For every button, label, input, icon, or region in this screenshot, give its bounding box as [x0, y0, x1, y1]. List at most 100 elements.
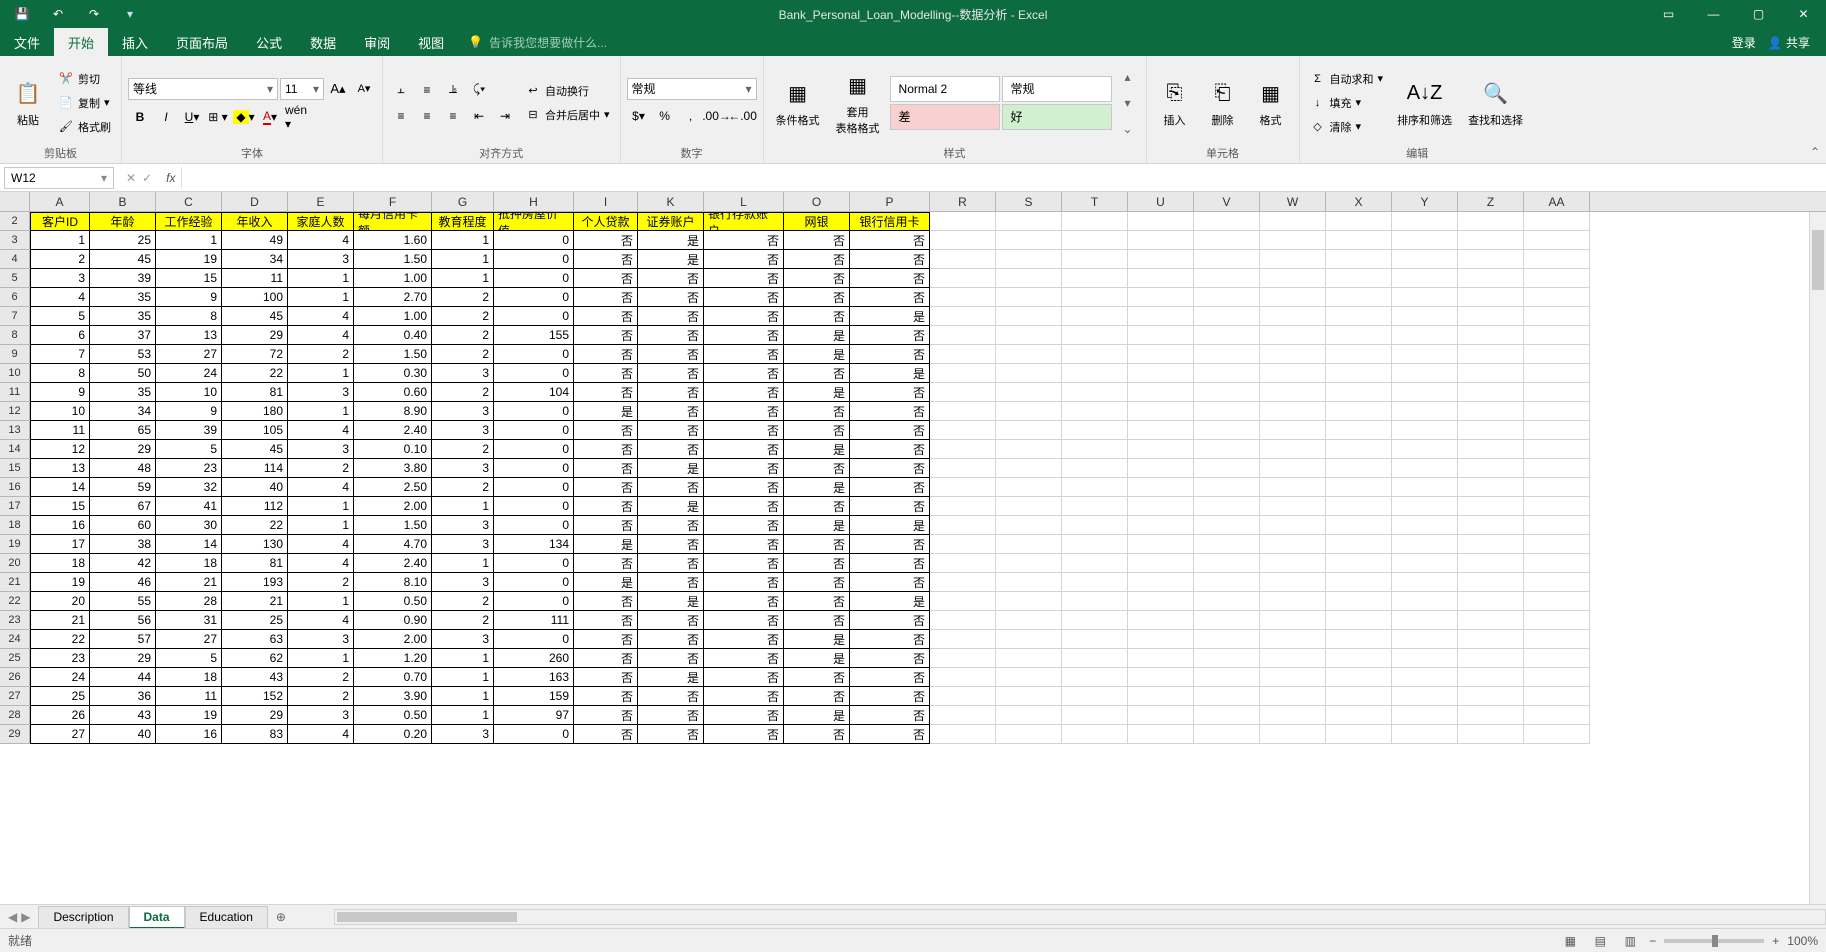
empty-cell[interactable]: [1128, 516, 1194, 535]
data-cell[interactable]: 否: [574, 269, 638, 288]
data-cell[interactable]: 是: [638, 592, 704, 611]
data-cell[interactable]: 0.10: [354, 440, 432, 459]
tab-file[interactable]: 文件: [0, 28, 54, 56]
empty-cell[interactable]: [1326, 250, 1392, 269]
data-cell[interactable]: 否: [850, 345, 930, 364]
decrease-decimal-button[interactable]: ←.00: [731, 104, 755, 128]
data-cell[interactable]: 15: [30, 497, 90, 516]
data-cell[interactable]: 21: [30, 611, 90, 630]
close-button[interactable]: ✕: [1781, 0, 1826, 28]
data-cell[interactable]: 否: [638, 611, 704, 630]
page-layout-view-button[interactable]: ▤: [1589, 932, 1611, 950]
data-cell[interactable]: 3: [288, 250, 354, 269]
empty-cell[interactable]: [1128, 478, 1194, 497]
data-cell[interactable]: 否: [638, 516, 704, 535]
data-cell[interactable]: 130: [222, 535, 288, 554]
data-cell[interactable]: 19: [156, 250, 222, 269]
empty-cell[interactable]: [1260, 345, 1326, 364]
data-cell[interactable]: 29: [222, 326, 288, 345]
data-cell[interactable]: 3: [432, 421, 494, 440]
data-cell[interactable]: 2: [432, 345, 494, 364]
empty-cell[interactable]: [1260, 725, 1326, 744]
col-header-E[interactable]: E: [288, 192, 354, 211]
cancel-formula-button[interactable]: ✕: [126, 171, 136, 185]
increase-decimal-button[interactable]: .00→: [705, 104, 729, 128]
empty-cell[interactable]: [1458, 516, 1524, 535]
empty-cell[interactable]: [1194, 459, 1260, 478]
data-cell[interactable]: 否: [704, 535, 784, 554]
data-cell[interactable]: 0: [494, 402, 574, 421]
zoom-slider[interactable]: [1664, 939, 1764, 943]
empty-cell[interactable]: [1524, 326, 1590, 345]
data-cell[interactable]: 否: [850, 630, 930, 649]
empty-cell[interactable]: [1260, 554, 1326, 573]
empty-cell[interactable]: [1128, 611, 1194, 630]
data-cell[interactable]: 3: [288, 440, 354, 459]
empty-cell[interactable]: [1392, 668, 1458, 687]
data-cell[interactable]: 4: [288, 307, 354, 326]
data-cell[interactable]: 0.20: [354, 725, 432, 744]
empty-cell[interactable]: [1392, 383, 1458, 402]
data-cell[interactable]: 否: [784, 288, 850, 307]
data-cell[interactable]: 否: [784, 231, 850, 250]
empty-cell[interactable]: [1326, 611, 1392, 630]
empty-cell[interactable]: [1128, 687, 1194, 706]
header-cell[interactable]: 年龄: [90, 212, 156, 231]
style-changui[interactable]: 常规: [1002, 76, 1112, 102]
data-cell[interactable]: 否: [574, 725, 638, 744]
empty-cell[interactable]: [1524, 497, 1590, 516]
data-cell[interactable]: 5: [156, 440, 222, 459]
find-select-button[interactable]: 🔍查找和选择: [1462, 76, 1529, 130]
empty-cell[interactable]: [996, 402, 1062, 421]
horizontal-scrollbar[interactable]: [334, 909, 1826, 925]
empty-cell[interactable]: [996, 535, 1062, 554]
data-cell[interactable]: 否: [784, 459, 850, 478]
data-cell[interactable]: 否: [638, 288, 704, 307]
empty-cell[interactable]: [930, 231, 996, 250]
data-cell[interactable]: 3: [30, 269, 90, 288]
data-cell[interactable]: 1: [432, 269, 494, 288]
data-cell[interactable]: 否: [850, 649, 930, 668]
data-cell[interactable]: 2: [432, 478, 494, 497]
data-cell[interactable]: 159: [494, 687, 574, 706]
empty-cell[interactable]: [1062, 269, 1128, 288]
zoom-level[interactable]: 100%: [1787, 934, 1818, 948]
empty-cell[interactable]: [1392, 725, 1458, 744]
data-cell[interactable]: 3: [432, 459, 494, 478]
data-cell[interactable]: 否: [574, 478, 638, 497]
data-cell[interactable]: 否: [704, 668, 784, 687]
data-cell[interactable]: 否: [704, 250, 784, 269]
data-cell[interactable]: 否: [850, 402, 930, 421]
empty-cell[interactable]: [1524, 307, 1590, 326]
data-cell[interactable]: 否: [850, 250, 930, 269]
data-cell[interactable]: 否: [574, 307, 638, 326]
data-cell[interactable]: 1: [156, 231, 222, 250]
data-cell[interactable]: 2: [432, 383, 494, 402]
data-cell[interactable]: 否: [574, 516, 638, 535]
data-cell[interactable]: 0.30: [354, 364, 432, 383]
data-cell[interactable]: 3: [288, 706, 354, 725]
empty-cell[interactable]: [1260, 231, 1326, 250]
tab-开始[interactable]: 开始: [54, 28, 108, 56]
data-cell[interactable]: 24: [156, 364, 222, 383]
empty-cell[interactable]: [1260, 307, 1326, 326]
data-cell[interactable]: 27: [156, 345, 222, 364]
row-header-4[interactable]: 4: [0, 250, 30, 269]
data-cell[interactable]: 260: [494, 649, 574, 668]
data-cell[interactable]: 否: [704, 364, 784, 383]
empty-cell[interactable]: [1458, 250, 1524, 269]
empty-cell[interactable]: [1260, 440, 1326, 459]
data-cell[interactable]: 43: [222, 668, 288, 687]
empty-cell[interactable]: [1062, 592, 1128, 611]
underline-button[interactable]: U ▾: [180, 105, 204, 129]
empty-cell[interactable]: [996, 687, 1062, 706]
data-cell[interactable]: 25: [222, 611, 288, 630]
data-cell[interactable]: 1.50: [354, 345, 432, 364]
save-button[interactable]: 💾: [8, 0, 36, 28]
font-size-combo[interactable]: 11▾: [280, 78, 324, 100]
empty-cell[interactable]: [1458, 497, 1524, 516]
styles-scroll-up[interactable]: ▴: [1116, 65, 1140, 89]
data-cell[interactable]: 否: [784, 592, 850, 611]
data-cell[interactable]: 是: [784, 478, 850, 497]
ribbon-display-options[interactable]: ▭: [1646, 0, 1691, 28]
